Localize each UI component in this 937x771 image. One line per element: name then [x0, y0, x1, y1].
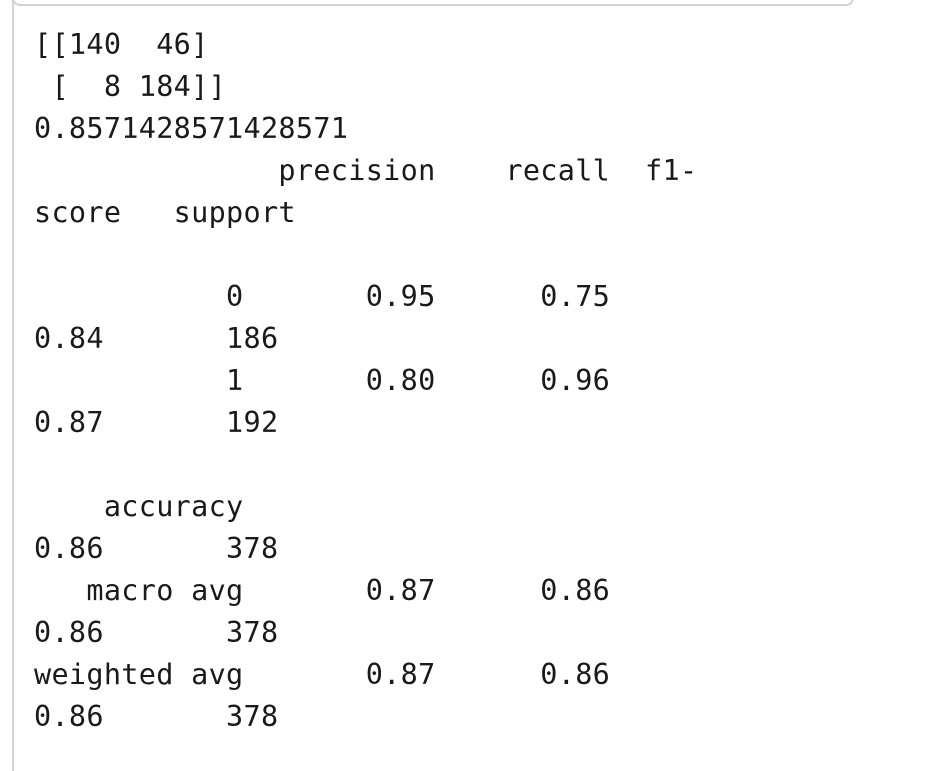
output-line: 0.84 186 [34, 322, 279, 355]
output-line: 0.86 378 [34, 616, 279, 649]
previous-cell-bottom-edge [12, 0, 854, 6]
output-line: 1 0.80 0.96 [34, 364, 611, 397]
output-line: 0.87 192 [34, 406, 279, 439]
output-line: score support [34, 196, 296, 229]
output-cell-left-border [12, 0, 14, 771]
output-line: accuracy [34, 490, 244, 523]
output-line: 0.8571428571428571 [34, 112, 349, 145]
output-line: macro avg 0.87 0.86 [34, 574, 611, 607]
cell-output-text: [[140 46] [ 8 184]] 0.8571428571428571 pr… [34, 24, 697, 738]
output-line: 0.86 378 [34, 700, 279, 733]
output-line: [ 8 184]] [34, 70, 227, 103]
output-line: weighted avg 0.87 0.86 [34, 658, 611, 691]
output-line: precision recall f1- [34, 154, 698, 187]
output-line: [[140 46] [34, 28, 209, 61]
output-line: 0.86 378 [34, 532, 279, 565]
output-line: 0 0.95 0.75 [34, 280, 611, 313]
